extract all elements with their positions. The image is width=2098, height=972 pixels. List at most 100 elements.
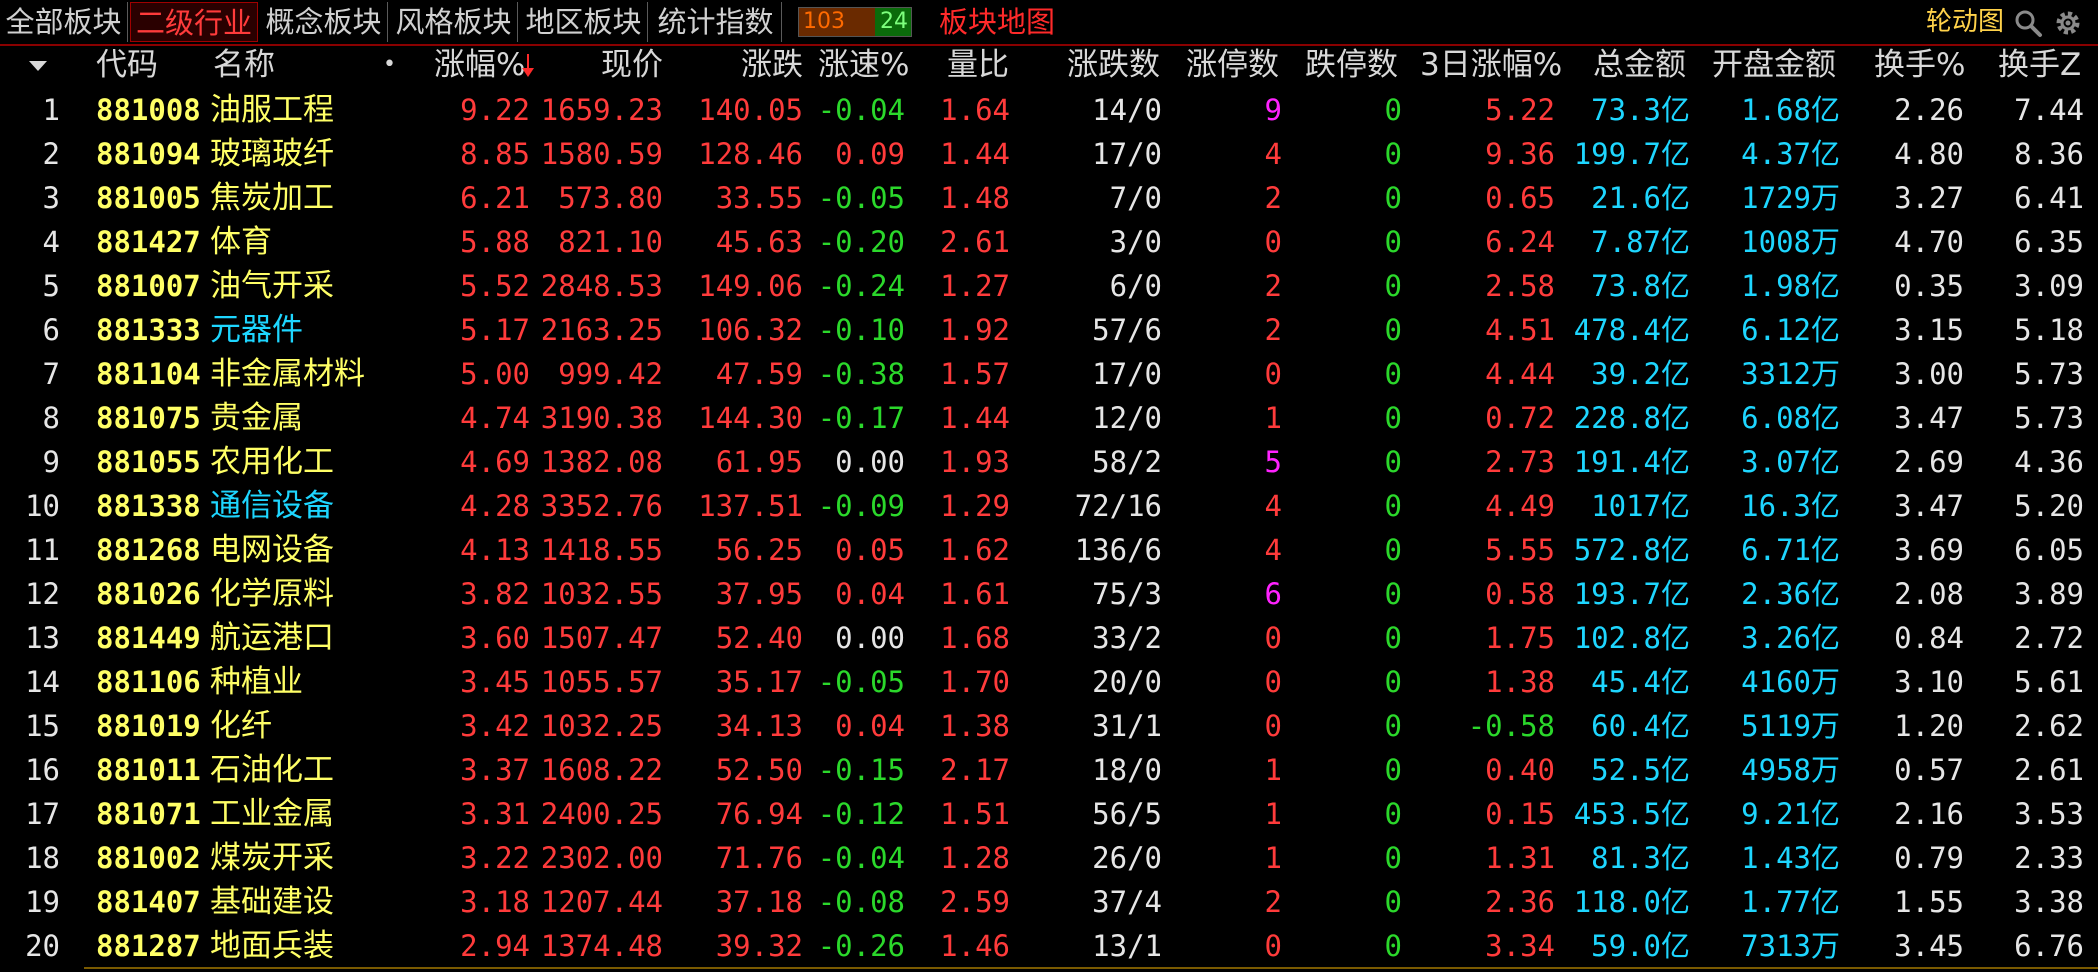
table-row[interactable]: 9 881055 农用化工 4.69 1382.08 61.95 0.00 1.93 58/2 5… — [0, 440, 2098, 484]
col-header-turnover-z[interactable]: 换手Z — [1998, 46, 2081, 84]
pct-change: 5.52 — [460, 269, 530, 303]
limit-down-count: 0 — [1384, 269, 1402, 303]
volume-ratio: 1.46 — [940, 929, 1010, 963]
table-row[interactable]: 15 881019 化纤 3.42 1032.25 34.13 0.04 1.38 31/1 0 0… — [0, 704, 2098, 748]
table-row[interactable]: 14 881106 种植业 3.45 1055.57 35.17 -0.05 1.70 20/0… — [0, 660, 2098, 704]
three-day-pct: 4.51 — [1485, 313, 1555, 347]
limit-down-count: 0 — [1384, 93, 1402, 127]
volume-ratio: 1.27 — [940, 269, 1010, 303]
change-speed: -0.12 — [817, 797, 905, 831]
volume-ratio: 1.44 — [940, 137, 1010, 171]
three-day-pct: 1.38 — [1485, 665, 1555, 699]
limit-up-count: 9 — [1264, 93, 1282, 127]
table-row[interactable]: 5 881007 油气开采 5.52 2848.53 149.06 -0.24 1.27 6/0… — [0, 264, 2098, 308]
three-day-pct: 0.15 — [1485, 797, 1555, 831]
col-header-turnover[interactable]: 换手% — [1874, 46, 1965, 84]
sector-code: 881002 — [96, 841, 201, 875]
price-change: 144.30 — [698, 401, 803, 435]
change-speed: -0.24 — [817, 269, 905, 303]
total-amount: 478.4亿 — [1573, 313, 1690, 347]
up-down-count: 17/0 — [1092, 357, 1162, 391]
tab-all-sectors[interactable]: 全部板块 — [0, 2, 128, 42]
table-row[interactable]: 2 881094 玻璃玻纤 8.85 1580.59 128.46 0.09 1.44 17/0… — [0, 132, 2098, 176]
limit-up-count: 0 — [1264, 225, 1282, 259]
current-price: 3352.76 — [540, 489, 663, 523]
col-header-3day-pct[interactable]: 3日涨幅% — [1420, 46, 1562, 84]
table-row[interactable]: 12 881026 化学原料 3.82 1032.55 37.95 0.04 1.61 75/3… — [0, 572, 2098, 616]
table-row[interactable]: 1 881008 油服工程 9.22 1659.23 140.05 -0.04 1.64 14/… — [0, 88, 2098, 132]
table-row[interactable]: 4 881427 体育 5.88 821.10 45.63 -0.20 2.61 3/0 0 0 6.… — [0, 220, 2098, 264]
row-index: 19 — [25, 885, 60, 919]
open-amount: 3.07亿 — [1741, 445, 1840, 479]
limit-down-count: 0 — [1384, 181, 1402, 215]
turnover-rate: 3.10 — [1894, 665, 1964, 699]
table-row[interactable]: 8 881075 贵金属 4.74 3190.38 144.30 -0.17 1.44 12/0… — [0, 396, 2098, 440]
total-amount: 193.7亿 — [1573, 577, 1690, 611]
limit-up-count: 5 — [1264, 445, 1282, 479]
open-amount: 4160万 — [1741, 665, 1840, 699]
limit-up-count: 2 — [1264, 885, 1282, 919]
sector-map-button[interactable]: 板块地图 — [939, 2, 1055, 42]
pct-change: 8.85 — [460, 137, 530, 171]
row-index: 18 — [25, 841, 60, 875]
table-row[interactable]: 20 881287 地面兵装 2.94 1374.48 39.32 -0.26 1.46 13/… — [0, 924, 2098, 968]
row-index: 14 — [25, 665, 60, 699]
table-row[interactable]: 7 881104 非金属材料 5.00 999.42 47.59 -0.38 1.57 17/0… — [0, 352, 2098, 396]
search-icon[interactable] — [2013, 8, 2043, 38]
three-day-pct: 0.72 — [1485, 401, 1555, 435]
gear-icon[interactable] — [2053, 8, 2083, 38]
table-row[interactable]: 11 881268 电网设备 4.13 1418.55 56.25 0.05 1.62 136/… — [0, 528, 2098, 572]
tab-style-sectors[interactable]: 风格板块 — [390, 2, 518, 42]
table-row[interactable]: 3 881005 焦炭加工 6.21 573.80 33.55 -0.05 1.48 7/0 2 0… — [0, 176, 2098, 220]
current-price: 821.10 — [558, 225, 663, 259]
col-header-open-amount[interactable]: 开盘金额 — [1712, 46, 1836, 84]
sector-code: 881106 — [96, 665, 201, 699]
sector-code: 881427 — [96, 225, 201, 259]
sector-code: 881407 — [96, 885, 201, 919]
tab-region-sectors[interactable]: 地区板块 — [520, 2, 648, 42]
table-row[interactable]: 17 881071 工业金属 3.31 2400.25 76.94 -0.12 1.51 56/… — [0, 792, 2098, 836]
table-bottom-divider — [84, 967, 2098, 969]
up-down-count: 37/4 — [1092, 885, 1162, 919]
table-row[interactable]: 19 881407 基础建设 3.18 1207.44 37.18 -0.08 2.59 37/… — [0, 880, 2098, 924]
three-day-pct: 6.24 — [1485, 225, 1555, 259]
col-header-code[interactable]: 代码 — [96, 46, 158, 84]
col-header-total-amount[interactable]: 总金额 — [1593, 46, 1686, 84]
table-row[interactable]: 18 881002 煤炭开采 3.22 2302.00 71.76 -0.04 1.28 26/… — [0, 836, 2098, 880]
col-header-change[interactable]: 涨跌 — [700, 46, 803, 84]
sector-code: 881007 — [96, 269, 201, 303]
sector-name: 工业金属 — [210, 796, 334, 832]
tab-concept-sectors[interactable]: 概念板块 — [260, 2, 388, 42]
sector-name: 电网设备 — [210, 532, 334, 568]
tab-stat-index[interactable]: 统计指数 — [650, 2, 782, 42]
tab-level2-industry[interactable]: 二级行业 — [130, 2, 258, 42]
col-header-pct-change[interactable]: 涨幅% — [434, 46, 534, 84]
sort-dropdown-icon[interactable] — [26, 46, 50, 84]
sector-name: 元器件 — [210, 312, 303, 348]
turnover-z: 2.61 — [2014, 753, 2084, 787]
open-amount: 6.08亿 — [1741, 401, 1840, 435]
up-down-count: 14/0 — [1092, 93, 1162, 127]
limit-down-count: 0 — [1384, 489, 1402, 523]
col-header-price[interactable]: 现价 — [560, 46, 663, 84]
current-price: 1608.22 — [540, 753, 663, 787]
col-header-up-down-count[interactable]: 涨跌数 — [1067, 46, 1160, 84]
col-header-limit-up-count[interactable]: 涨停数 — [1186, 46, 1279, 84]
current-price: 1374.48 — [540, 929, 663, 963]
row-index: 10 — [25, 489, 60, 523]
col-header-name[interactable]: 名称 — [213, 46, 275, 84]
table-row[interactable]: 10 881338 通信设备 4.28 3352.76 137.51 -0.09 1.29 72… — [0, 484, 2098, 528]
col-header-limit-down-count[interactable]: 跌停数 — [1305, 46, 1398, 84]
volume-ratio: 2.59 — [940, 885, 1010, 919]
table-row[interactable]: 6 881333 元器件 5.17 2163.25 106.32 -0.10 1.92 57/6… — [0, 308, 2098, 352]
price-change: 140.05 — [698, 93, 803, 127]
rotation-chart-button[interactable]: 轮动图 — [1926, 4, 2004, 40]
table-row[interactable]: 13 881449 航运港口 3.60 1507.47 52.40 0.00 1.68 33/2… — [0, 616, 2098, 660]
pct-change: 5.00 — [460, 357, 530, 391]
row-index: 2 — [42, 137, 60, 171]
col-header-speed[interactable]: 涨速% — [818, 46, 909, 84]
turnover-z: 5.73 — [2014, 401, 2084, 435]
table-row[interactable]: 16 881011 石油化工 3.37 1608.22 52.50 -0.15 2.17 18/… — [0, 748, 2098, 792]
sector-name: 油气开采 — [210, 268, 334, 304]
col-header-volume-ratio[interactable]: 量比 — [947, 46, 1009, 84]
